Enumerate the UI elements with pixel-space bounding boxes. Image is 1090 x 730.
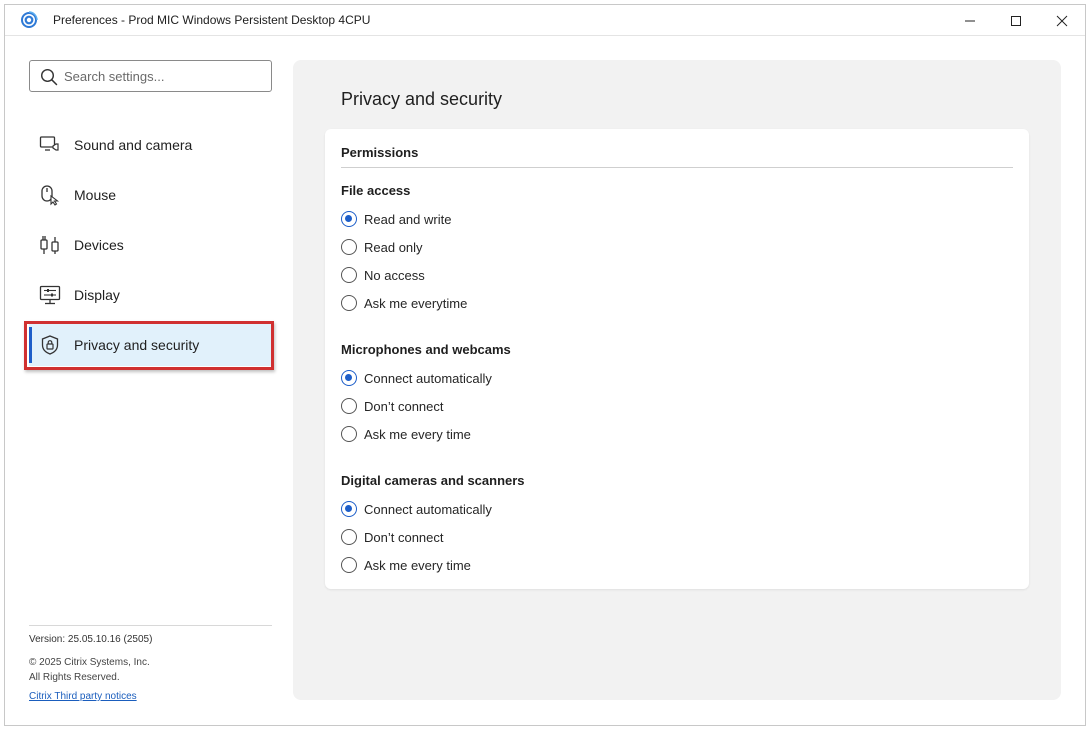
third-party-notices-link[interactable]: Citrix Third party notices: [29, 691, 137, 702]
sound-camera-icon: [39, 136, 59, 151]
sidebar-item-sound-and-camera[interactable]: Sound and camera: [29, 124, 273, 166]
microphones-webcams-title: Microphones and webcams: [341, 342, 511, 357]
sidebar-item-label: Privacy and security: [74, 337, 200, 353]
radio-label: No access: [364, 267, 425, 283]
shield-lock-icon: [41, 335, 59, 355]
radio-no-access[interactable]: No access: [341, 265, 425, 285]
radio-selected-indicator[interactable]: [341, 370, 357, 386]
radio-label: Don’t connect: [364, 398, 444, 414]
radio-label: Read only: [364, 239, 423, 255]
search-box[interactable]: [29, 60, 272, 92]
sidebar-item-display[interactable]: Display: [29, 274, 273, 316]
devices-icon: [40, 236, 59, 254]
radio-indicator[interactable]: [341, 267, 357, 283]
sidebar-item-label: Devices: [74, 237, 124, 253]
minimize-icon: [965, 20, 975, 21]
window-title: Preferences - Prod MIC Windows Persisten…: [53, 13, 371, 27]
radio-indicator[interactable]: [341, 426, 357, 442]
display-icon: [39, 285, 61, 305]
radio-indicator[interactable]: [341, 398, 357, 414]
close-icon: [1056, 15, 1068, 26]
radio-mic-ask-every-time[interactable]: Ask me every time: [341, 424, 471, 444]
page-title: Privacy and security: [341, 89, 503, 109]
radio-cam-connect-automatically[interactable]: Connect automatically: [341, 499, 492, 519]
radio-indicator[interactable]: [341, 239, 357, 255]
title-bar: Preferences - Prod MIC Windows Persisten…: [5, 5, 1085, 36]
radio-indicator[interactable]: [341, 295, 357, 311]
radio-indicator[interactable]: [341, 529, 357, 545]
radio-selected-indicator[interactable]: [341, 501, 357, 517]
citrix-app-icon: [21, 11, 38, 28]
card-divider: [341, 167, 1013, 168]
radio-label: Read and write: [364, 211, 452, 227]
sidebar: Sound and camera Mouse Devices: [5, 36, 293, 726]
radio-label: Ask me everytime: [364, 295, 468, 311]
permissions-card: Permissions File access Read and write R…: [325, 129, 1029, 589]
copyright-line: © 2025 Citrix Systems, Inc.: [29, 657, 150, 668]
radio-mic-connect-automatically[interactable]: Connect automatically: [341, 368, 492, 388]
search-input[interactable]: [64, 66, 264, 86]
maximize-icon: [1011, 15, 1021, 26]
radio-label: Connect automatically: [364, 501, 492, 517]
version-text: Version: 25.05.10.16 (2505): [29, 634, 153, 645]
cameras-scanners-title: Digital cameras and scanners: [341, 473, 525, 488]
radio-ask-me-everytime[interactable]: Ask me everytime: [341, 293, 467, 313]
sidebar-item-label: Mouse: [74, 187, 117, 203]
minimize-button[interactable]: [947, 5, 993, 36]
radio-read-only[interactable]: Read only: [341, 237, 423, 257]
file-access-title: File access: [341, 183, 411, 198]
radio-cam-dont-connect[interactable]: Don’t connect: [341, 527, 444, 547]
preferences-window: Preferences - Prod MIC Windows Persisten…: [4, 4, 1086, 726]
permissions-heading: Permissions: [341, 145, 419, 160]
radio-indicator[interactable]: [341, 557, 357, 573]
mouse-icon: [41, 185, 60, 206]
sidebar-item-privacy-and-security[interactable]: Privacy and security: [29, 324, 273, 366]
sidebar-item-label: Display: [74, 287, 120, 303]
sidebar-item-mouse[interactable]: Mouse: [29, 174, 273, 216]
sidebar-divider: [29, 625, 272, 626]
sidebar-item-devices[interactable]: Devices: [29, 224, 273, 266]
close-button[interactable]: [1039, 5, 1085, 36]
search-icon: [40, 68, 58, 86]
radio-cam-ask-every-time[interactable]: Ask me every time: [341, 555, 471, 575]
sidebar-item-label: Sound and camera: [74, 137, 193, 153]
radio-label: Ask me every time: [364, 557, 471, 573]
radio-label: Don’t connect: [364, 529, 444, 545]
copyright-text: © 2025 Citrix Systems, Inc. All Rights R…: [29, 655, 150, 685]
radio-mic-dont-connect[interactable]: Don’t connect: [341, 396, 444, 416]
main-panel: Privacy and security Permissions File ac…: [293, 60, 1061, 700]
radio-selected-indicator[interactable]: [341, 211, 357, 227]
radio-label: Ask me every time: [364, 426, 471, 442]
radio-label: Connect automatically: [364, 370, 492, 386]
rights-line: All Rights Reserved.: [29, 672, 120, 683]
radio-read-and-write[interactable]: Read and write: [341, 209, 451, 229]
maximize-button[interactable]: [993, 5, 1039, 36]
